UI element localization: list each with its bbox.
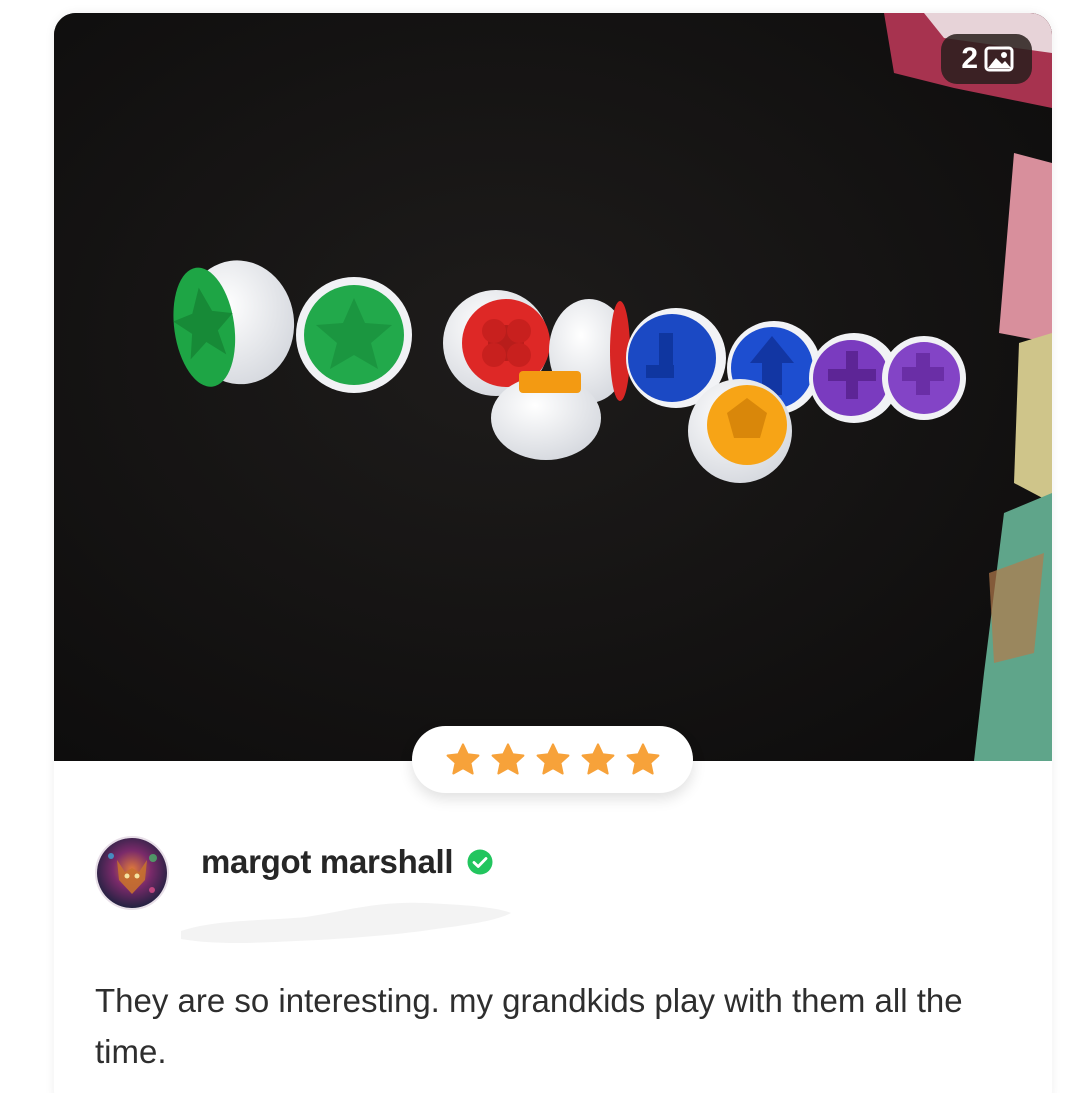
review-photo[interactable]: 2 [54, 13, 1052, 761]
star-rating [412, 726, 693, 793]
reviewer-name[interactable]: margot marshall [201, 843, 454, 881]
image-count-badge[interactable]: 2 [941, 34, 1032, 84]
review-text: They are so interesting. my grandkids pl… [95, 982, 963, 1070]
avatar[interactable] [95, 836, 169, 910]
avatar-image [97, 838, 167, 908]
verified-check-icon [467, 849, 493, 875]
image-icon [984, 46, 1014, 72]
image-count: 2 [961, 42, 978, 75]
star-icon [491, 742, 524, 774]
review-card: 2 margot marshall They are so interestin… [54, 13, 1052, 1093]
review-page: 2 margot marshall They are so interestin… [0, 0, 1080, 1093]
star-icon [536, 742, 569, 774]
star-icon [581, 742, 614, 774]
star-icon [446, 742, 479, 774]
star-icon [626, 742, 659, 774]
reviewer-name-row: margot marshall [201, 843, 493, 881]
redacted-area [181, 902, 511, 943]
review-photo-image [54, 13, 1052, 761]
